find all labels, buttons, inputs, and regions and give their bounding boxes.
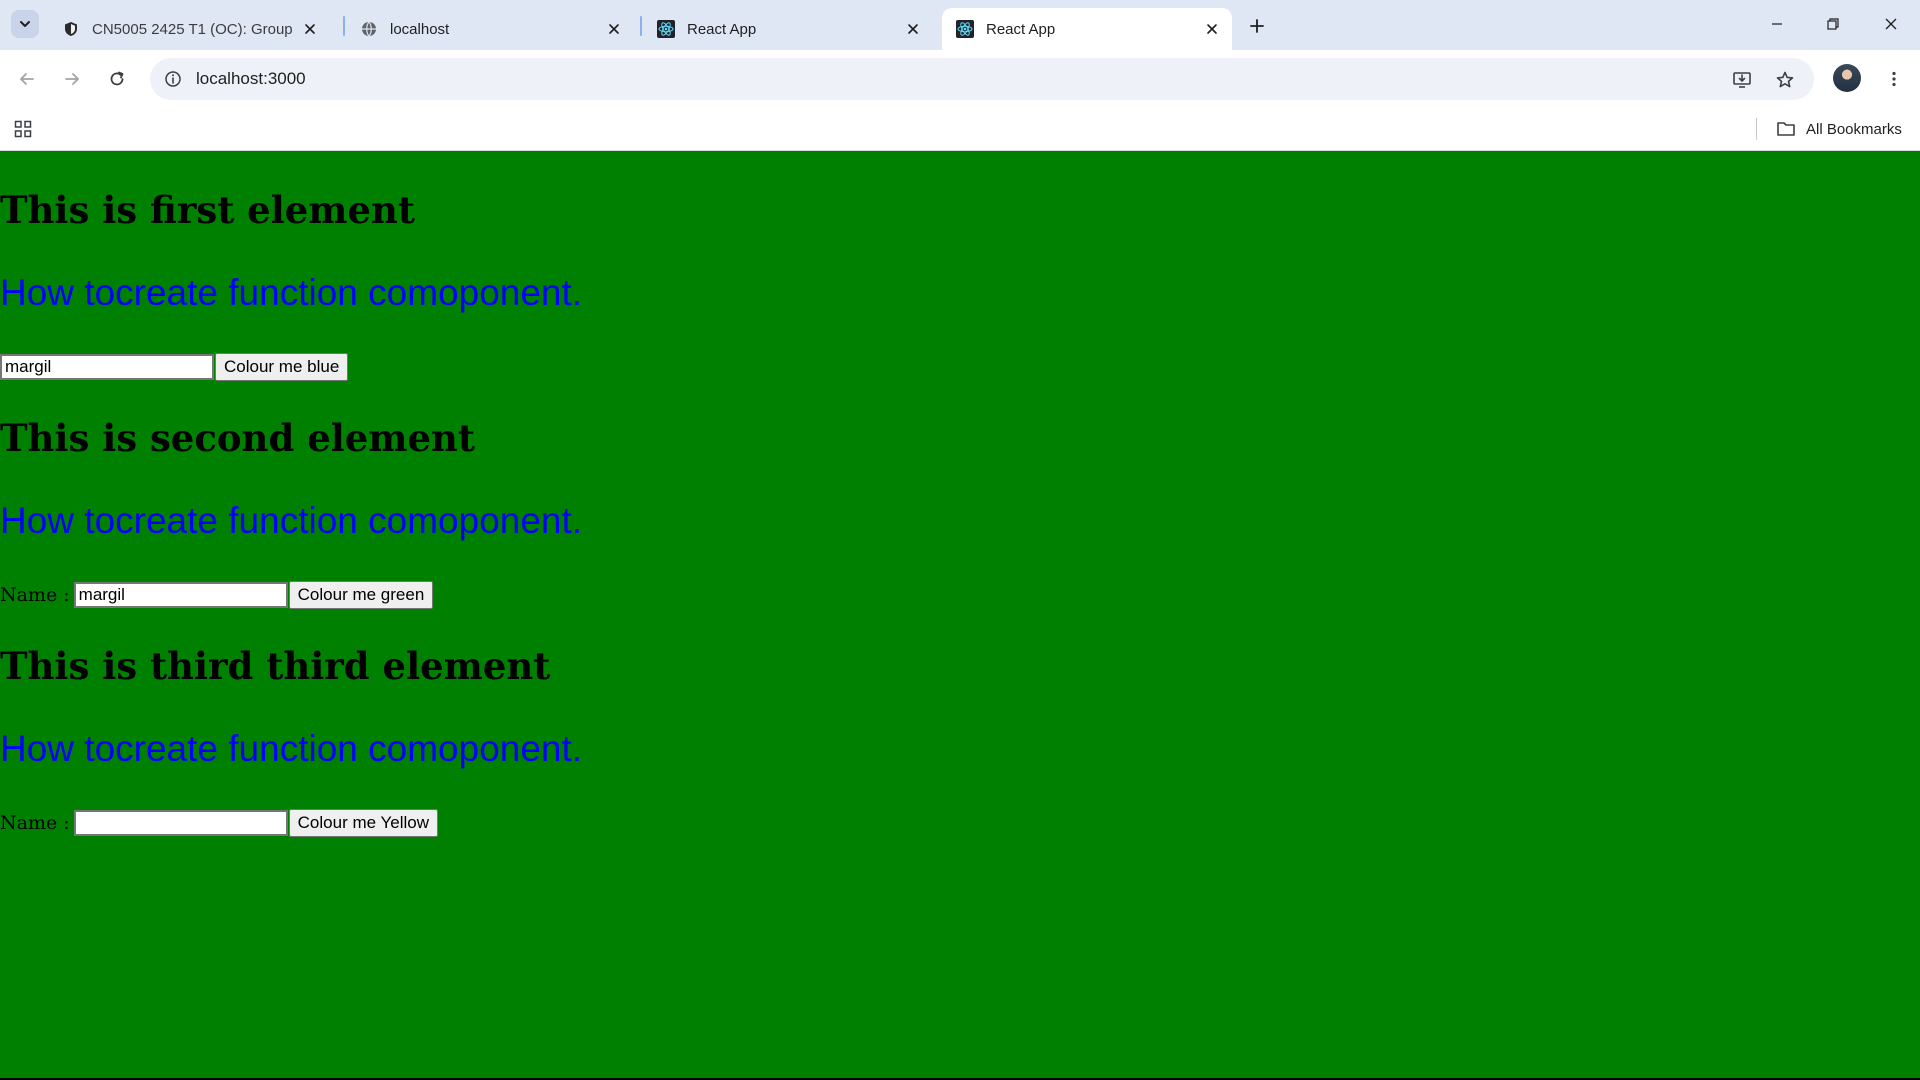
plus-icon [1250, 19, 1264, 33]
tab-title: React App [687, 20, 757, 38]
browser-window: CN5005 2425 T1 (OC): Group 1 localhost R… [0, 0, 1920, 1080]
bookmarks-bar: All Bookmarks [0, 108, 1920, 151]
section-heading: This is third third element [0, 644, 551, 688]
reload-button[interactable] [101, 63, 133, 95]
folder-icon [1776, 120, 1796, 138]
tab-react-app-active[interactable]: React App [942, 8, 1232, 50]
back-button[interactable] [11, 63, 43, 95]
close-icon[interactable] [604, 19, 624, 39]
tab-search-button[interactable] [11, 10, 39, 38]
install-app-icon[interactable] [1729, 67, 1755, 93]
reload-icon [110, 71, 124, 86]
shield-icon [62, 20, 80, 38]
form-row: Colour me blue [0, 353, 349, 381]
close-window-button[interactable] [1868, 8, 1914, 40]
url-text[interactable]: localhost:3000 [196, 69, 306, 89]
section-subtitle: How tocreate function comoponent. [0, 728, 583, 769]
section-subtitle: How tocreate function comoponent. [0, 272, 583, 313]
colour-yellow-button[interactable]: Colour me Yellow [288, 809, 439, 837]
restore-icon [1827, 18, 1839, 30]
navigation-toolbar: localhost:3000 [0, 50, 1920, 108]
colour-green-button[interactable]: Colour me green [288, 581, 434, 609]
chevron-down-icon [20, 21, 30, 27]
react-icon [657, 20, 675, 38]
close-icon[interactable] [300, 19, 320, 39]
tab-cn5005[interactable]: CN5005 2425 T1 (OC): Group 1 [48, 8, 330, 50]
tab-separator [343, 16, 345, 36]
arrow-right-icon [65, 73, 79, 85]
minimize-icon [1772, 23, 1782, 25]
tab-title: localhost [390, 20, 450, 38]
name-input[interactable] [0, 354, 214, 380]
all-bookmarks-button[interactable]: All Bookmarks [1776, 117, 1902, 141]
star-icon[interactable] [1772, 67, 1798, 93]
name-input[interactable] [73, 810, 288, 836]
close-icon[interactable] [903, 19, 923, 39]
form-row: Name : Colour me Yellow [0, 809, 439, 837]
menu-button[interactable] [1878, 63, 1910, 95]
section-heading: This is second element [0, 416, 476, 460]
info-icon[interactable] [160, 66, 186, 92]
name-label: Name : [0, 812, 70, 834]
name-label: Name : [0, 584, 70, 606]
close-icon[interactable] [1202, 19, 1222, 39]
section-heading: This is first element [0, 188, 415, 232]
tab-strip: CN5005 2425 T1 (OC): Group 1 localhost R… [0, 0, 1920, 50]
restore-button[interactable] [1810, 8, 1856, 40]
tab-title: React App [986, 20, 1056, 38]
arrow-left-icon [20, 73, 34, 85]
page-viewport: This is first element How tocreate funct… [0, 151, 1920, 1078]
form-row: Name : Colour me green [0, 581, 434, 609]
colour-blue-button[interactable]: Colour me blue [215, 353, 349, 381]
address-bar[interactable]: localhost:3000 [150, 58, 1814, 100]
apps-grid-icon[interactable] [10, 116, 36, 142]
new-tab-button[interactable] [1243, 12, 1271, 40]
forward-button[interactable] [56, 63, 88, 95]
globe-icon [360, 20, 378, 38]
minimize-button[interactable] [1754, 8, 1800, 40]
tab-separator [640, 16, 642, 36]
tab-title: CN5005 2425 T1 (OC): Group 1 [92, 20, 294, 38]
react-icon [956, 20, 974, 38]
bookmarks-divider [1756, 118, 1757, 140]
more-vertical-icon [1892, 71, 1896, 87]
close-icon [1885, 18, 1897, 30]
all-bookmarks-label: All Bookmarks [1806, 120, 1902, 138]
tab-react-app[interactable]: React App [643, 8, 933, 50]
tab-localhost[interactable]: localhost [346, 8, 634, 50]
name-input[interactable] [73, 582, 288, 608]
profile-avatar[interactable] [1833, 64, 1861, 92]
section-subtitle: How tocreate function comoponent. [0, 500, 583, 541]
